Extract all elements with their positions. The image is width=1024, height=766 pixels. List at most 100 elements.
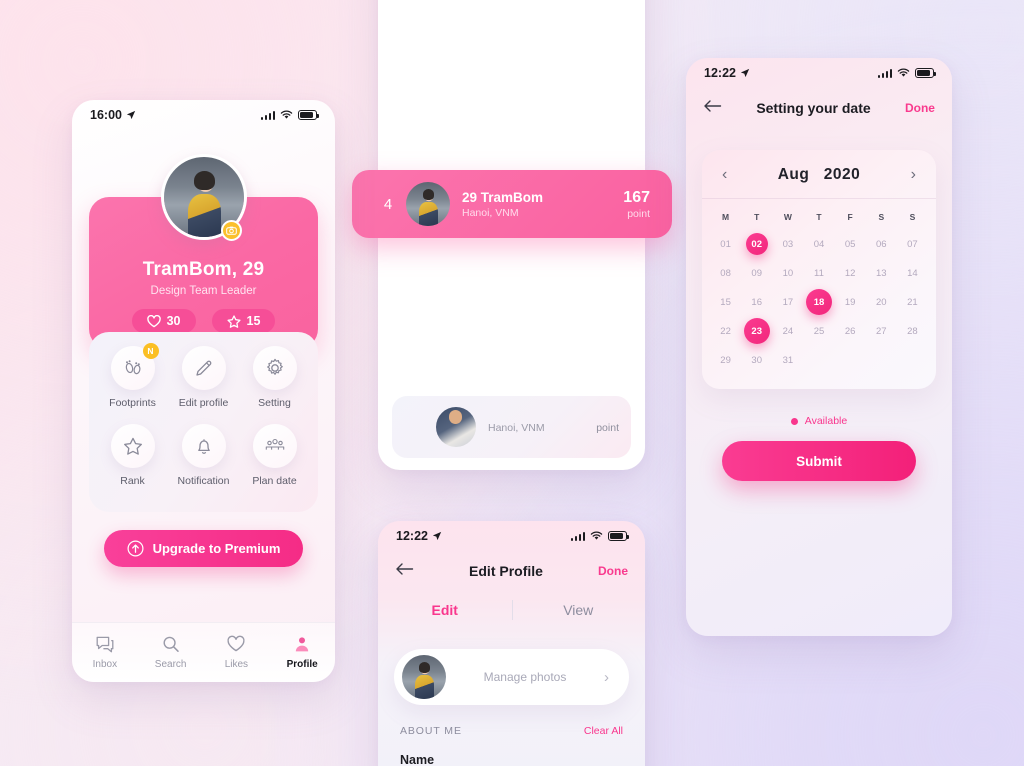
status-left: 12:22 xyxy=(704,66,750,80)
calendar-day[interactable]: 08 xyxy=(710,260,741,286)
signal-bars-icon xyxy=(877,68,892,78)
submit-button[interactable]: Submit xyxy=(722,441,916,481)
tab-label: Search xyxy=(154,659,187,670)
status-bar: 16:00 xyxy=(72,100,335,130)
calendar-day[interactable]: 14 xyxy=(897,260,928,286)
chevron-right-icon[interactable]: › xyxy=(911,167,916,183)
tab-view[interactable]: View xyxy=(511,591,646,629)
avatar xyxy=(402,655,446,699)
calendar-day[interactable]: 20 xyxy=(866,289,897,315)
table-row[interactable]: Hanoi, VNM point xyxy=(392,396,631,458)
clear-all-button[interactable]: Clear All xyxy=(584,725,623,737)
back-arrow-icon[interactable] xyxy=(703,99,722,118)
menu-item-notification[interactable]: Notification xyxy=(168,424,239,502)
calendar-day[interactable]: 06 xyxy=(866,231,897,257)
bottom-tab-bar: Inbox Search Likes Profile xyxy=(72,622,335,682)
calendar-day[interactable]: 21 xyxy=(897,289,928,315)
calendar-card: ‹ Aug 2020 › M T W T F S S 01 02 03 04 0… xyxy=(702,150,936,389)
row-location: Hanoi, VNM xyxy=(488,422,545,434)
status-right xyxy=(570,531,630,541)
calendar-day[interactable]: 07 xyxy=(897,231,928,257)
menu-grid: N Footprints Edit profile Setting Rank N… xyxy=(89,332,318,512)
calendar-screen: 12:22 Setting your date Done ‹ Aug 2020 … xyxy=(686,58,952,636)
tab-likes[interactable]: Likes xyxy=(204,635,270,670)
calendar-week: 01 02 03 04 05 06 07 xyxy=(710,231,928,257)
tab-profile[interactable]: Profile xyxy=(269,635,335,670)
calendar-day[interactable]: 19 xyxy=(835,289,866,315)
calendar-day[interactable]: 16 xyxy=(741,289,772,315)
calendar-week: 29 30 31 xyxy=(710,347,928,373)
calendar-day-selected[interactable]: 23 xyxy=(741,318,772,344)
calendar-day[interactable]: 01 xyxy=(710,231,741,257)
heart-icon xyxy=(146,314,161,327)
calendar-day-empty xyxy=(835,347,866,373)
calendar-day[interactable]: 28 xyxy=(897,318,928,344)
weekday-label: F xyxy=(847,212,853,222)
calendar-day[interactable]: 24 xyxy=(772,318,803,344)
page-title: Edit Profile xyxy=(469,563,543,579)
menu-item-footprints[interactable]: N Footprints xyxy=(97,343,168,424)
status-bar: 12:22 xyxy=(686,58,952,88)
back-arrow-icon[interactable] xyxy=(395,562,414,581)
row-text: 29 TramBom Hanoi, VNM xyxy=(462,190,623,219)
pencil-icon xyxy=(181,346,226,390)
weekday-header: M T W T F S S xyxy=(702,199,936,226)
premium-label: Upgrade to Premium xyxy=(152,541,281,556)
tab-label: Profile xyxy=(286,659,318,670)
calendar-day[interactable]: 31 xyxy=(772,347,803,373)
likes-pill[interactable]: 30 xyxy=(131,309,196,333)
calendar-day[interactable]: 29 xyxy=(710,347,741,373)
calendar-day[interactable]: 15 xyxy=(710,289,741,315)
menu-label: Setting xyxy=(258,397,291,409)
signal-bars-icon xyxy=(570,531,585,541)
calendar-day[interactable]: 05 xyxy=(835,231,866,257)
calendar-day[interactable]: 22 xyxy=(710,318,741,344)
status-right xyxy=(260,110,320,120)
calendar-day[interactable]: 10 xyxy=(772,260,803,286)
calendar-day-selected[interactable]: 02 xyxy=(741,231,772,257)
menu-item-edit-profile[interactable]: Edit profile xyxy=(168,346,239,424)
calendar-day[interactable]: 09 xyxy=(741,260,772,286)
menu-item-setting[interactable]: Setting xyxy=(239,346,310,424)
tab-inbox[interactable]: Inbox xyxy=(72,635,138,670)
menu-item-plan-date[interactable]: Plan date xyxy=(239,424,310,502)
calendar-day[interactable]: 12 xyxy=(835,260,866,286)
calendar-day[interactable]: 11 xyxy=(803,260,834,286)
bell-icon xyxy=(181,424,226,468)
calendar-day[interactable]: 03 xyxy=(772,231,803,257)
camera-icon[interactable] xyxy=(220,220,242,241)
ranking-row-highlighted[interactable]: 4 29 TramBom Hanoi, VNM 167 point xyxy=(352,170,672,238)
tab-search[interactable]: Search xyxy=(138,635,204,670)
menu-item-rank[interactable]: Rank xyxy=(97,424,168,502)
calendar-day-selected[interactable]: 18 xyxy=(803,289,834,315)
status-time: 12:22 xyxy=(396,529,428,543)
calendar-day[interactable]: 25 xyxy=(803,318,834,344)
tab-label: Likes xyxy=(224,659,249,670)
done-button[interactable]: Done xyxy=(598,564,628,578)
calendar-day[interactable]: 13 xyxy=(866,260,897,286)
status-right xyxy=(877,68,937,78)
calendar-day[interactable]: 30 xyxy=(741,347,772,373)
calendar-day[interactable]: 27 xyxy=(866,318,897,344)
calendar-day[interactable]: 04 xyxy=(803,231,834,257)
page-title: Setting your date xyxy=(756,100,871,116)
chevron-left-icon[interactable]: ‹ xyxy=(722,167,727,183)
tab-edit[interactable]: Edit xyxy=(378,591,512,629)
calendar-month-year: Aug 2020 xyxy=(778,166,861,184)
profile-hero: TramBom, 29 Design Team Leader 30 15 xyxy=(72,130,335,362)
status-bar: 12:22 xyxy=(378,521,645,551)
search-icon xyxy=(163,636,179,652)
location-arrow-icon xyxy=(740,68,750,78)
legend-dot xyxy=(790,417,798,425)
calendar-day[interactable]: 26 xyxy=(835,318,866,344)
stars-pill[interactable]: 15 xyxy=(211,309,276,333)
manage-photos-label: Manage photos xyxy=(483,670,567,684)
done-button[interactable]: Done xyxy=(905,101,935,115)
upgrade-to-premium-button[interactable]: Upgrade to Premium xyxy=(104,530,303,567)
manage-photos-row[interactable]: Manage photos › xyxy=(394,649,629,705)
avatar xyxy=(406,182,450,226)
rank-number: 4 xyxy=(383,195,393,213)
row-points: 167 point xyxy=(623,189,650,220)
calendar-day[interactable]: 17 xyxy=(772,289,803,315)
calendar-header: ‹ Aug 2020 › xyxy=(702,150,936,199)
